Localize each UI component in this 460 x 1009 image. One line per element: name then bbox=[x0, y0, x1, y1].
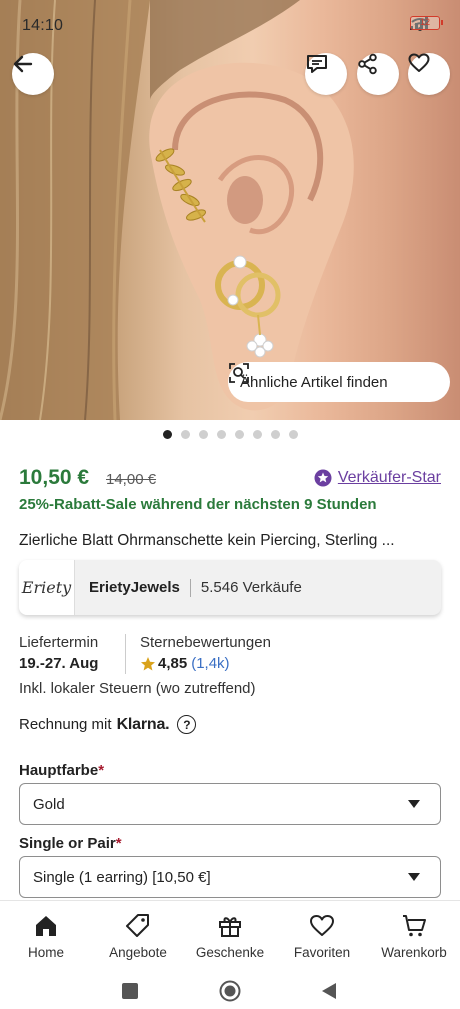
nav-label: Angebote bbox=[109, 945, 167, 960]
favorite-button[interactable] bbox=[408, 53, 450, 95]
heart-icon bbox=[310, 915, 334, 936]
system-nav-bar bbox=[0, 970, 460, 1009]
find-similar-label: Ähnliche Artikel finden bbox=[240, 373, 388, 391]
shop-sales: 5.546 Verkäufe bbox=[200, 579, 302, 596]
main-color-label: Hauptfarbe* bbox=[19, 762, 105, 779]
taxes-note: Inkl. lokaler Steuern (wo zutreffend) bbox=[19, 680, 256, 697]
recents-button[interactable] bbox=[121, 982, 139, 1000]
back-system-button[interactable] bbox=[320, 982, 338, 1000]
nav-label: Favoriten bbox=[293, 945, 351, 960]
status-bar: 14:10 12 bbox=[0, 0, 460, 52]
delivery-column: Liefertermin 19.-27. Aug bbox=[19, 634, 98, 672]
cart-icon bbox=[403, 915, 426, 937]
nav-gifts[interactable]: Geschenke bbox=[184, 901, 276, 970]
status-time: 14:10 bbox=[22, 17, 64, 34]
shop-logo: Eriety bbox=[19, 560, 75, 615]
product-image[interactable]: 14:10 12 Ähnliche Artikel finden bbox=[0, 0, 460, 420]
heart-icon bbox=[408, 53, 430, 72]
arrow-left-icon bbox=[13, 55, 33, 73]
bottom-nav: Home Angebote Geschenke Favoriten Warenk… bbox=[0, 900, 460, 970]
rating-value: 4,85 bbox=[158, 655, 188, 672]
divider bbox=[125, 634, 126, 674]
nav-favorites[interactable]: Favoriten bbox=[276, 901, 368, 970]
pagination-dot[interactable] bbox=[162, 430, 172, 439]
gift-icon bbox=[219, 917, 241, 937]
message-seller-button[interactable] bbox=[305, 53, 347, 95]
klarna-logo: Klarna. bbox=[116, 715, 170, 733]
delivery-info: Liefertermin 19.-27. Aug Sternebewertung… bbox=[19, 634, 441, 676]
sale-banner: 25%-Rabatt-Sale während der nächsten 9 S… bbox=[19, 496, 377, 513]
star-seller-label: Verkäufer-Star bbox=[337, 469, 441, 486]
image-pagination bbox=[0, 430, 460, 439]
visual-search-icon bbox=[229, 363, 249, 383]
quantity-type-select[interactable]: Single (1 earring) [10,50 €] bbox=[19, 856, 441, 898]
delivery-date: 19.-27. Aug bbox=[19, 655, 99, 672]
home-system-button[interactable] bbox=[219, 980, 241, 1002]
star-seller-icon bbox=[314, 469, 332, 487]
find-similar-button[interactable]: Ähnliche Artikel finden bbox=[228, 362, 450, 402]
star-seller-link[interactable]: Verkäufer-Star bbox=[314, 469, 441, 487]
current-price: 10,50 € bbox=[19, 466, 90, 489]
nav-cart[interactable]: Warenkorb bbox=[368, 901, 460, 970]
pagination-dot[interactable] bbox=[198, 430, 208, 439]
battery-icon: 12 bbox=[410, 16, 443, 30]
star-icon bbox=[141, 656, 155, 670]
shop-card[interactable]: Eriety ErietyJewels 5.546 Verkäufe bbox=[19, 560, 441, 615]
rating: 4,85 (1,4k) bbox=[140, 655, 271, 672]
reviews-column[interactable]: Sternebewertungen 4,85 (1,4k) bbox=[140, 634, 271, 672]
quantity-type-value: Single (1 earring) [10,50 €] bbox=[33, 868, 211, 886]
pagination-dot[interactable] bbox=[216, 430, 226, 439]
pagination-dot[interactable] bbox=[180, 430, 190, 439]
main-color-select[interactable]: Gold bbox=[19, 783, 441, 825]
nav-label: Warenkorb bbox=[381, 945, 447, 960]
home-icon bbox=[36, 916, 56, 936]
chat-icon bbox=[307, 55, 327, 73]
pagination-dot[interactable] bbox=[270, 430, 280, 439]
payment-text: Rechnung mit bbox=[19, 716, 112, 733]
nav-label: Geschenke bbox=[195, 945, 265, 960]
delivery-label: Liefertermin bbox=[19, 634, 99, 651]
klarna-payment: Rechnung mit Klarna. ? bbox=[19, 715, 197, 734]
help-icon[interactable]: ? bbox=[177, 715, 197, 734]
nav-home[interactable]: Home bbox=[0, 901, 92, 970]
divider bbox=[189, 578, 191, 597]
pagination-dot[interactable] bbox=[234, 430, 244, 439]
quantity-type-label: Single or Pair* bbox=[19, 835, 122, 852]
share-button[interactable] bbox=[357, 53, 399, 95]
nav-label: Home bbox=[27, 945, 64, 960]
reviews-label: Sternebewertungen bbox=[140, 634, 271, 651]
review-count[interactable]: (1,4k) bbox=[191, 655, 229, 672]
pagination-dot[interactable] bbox=[288, 430, 298, 439]
dropdown-caret-icon bbox=[408, 800, 420, 808]
pagination-dot[interactable] bbox=[252, 430, 262, 439]
original-price: 14,00 € bbox=[106, 471, 157, 488]
listing-title[interactable]: Zierliche Blatt Ohrmanschette kein Pierc… bbox=[19, 532, 441, 550]
dropdown-caret-icon bbox=[408, 873, 420, 881]
back-button[interactable] bbox=[12, 53, 54, 95]
status-icons: 12 bbox=[410, 16, 443, 31]
shop-name: ErietyJewels bbox=[89, 579, 180, 596]
nav-deals[interactable]: Angebote bbox=[92, 901, 184, 970]
tag-icon bbox=[126, 914, 149, 937]
price-row: 10,50 € 14,00 € Verkäufer-Star bbox=[19, 466, 441, 492]
share-icon bbox=[358, 53, 377, 75]
main-color-value: Gold bbox=[33, 795, 65, 813]
